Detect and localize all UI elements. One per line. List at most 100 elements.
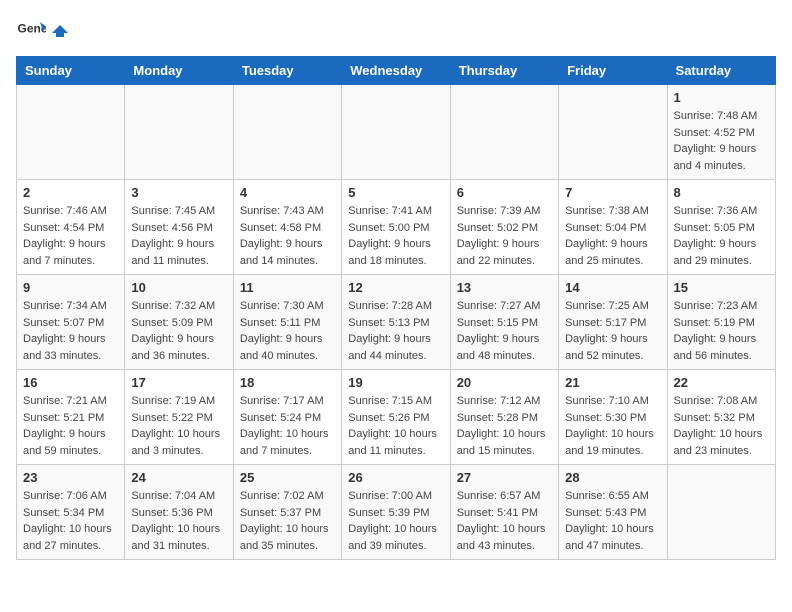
calendar-cell: 6 Sunrise: 7:39 AM Sunset: 5:02 PM Daylig… xyxy=(450,180,558,275)
day-info: Sunrise: 7:00 AM Sunset: 5:39 PM Dayligh… xyxy=(348,488,443,554)
calendar-cell: 27 Sunrise: 6:57 AM Sunset: 5:41 PM Dayli… xyxy=(450,465,558,560)
calendar-cell: 1 Sunrise: 7:48 AM Sunset: 4:52 PM Daylig… xyxy=(667,85,775,180)
calendar-table: SundayMondayTuesdayWednesdayThursdayFrid… xyxy=(16,56,776,560)
day-number: 17 xyxy=(131,375,226,390)
day-info: Sunrise: 6:55 AM Sunset: 5:43 PM Dayligh… xyxy=(565,488,660,554)
day-info: Sunrise: 7:41 AM Sunset: 5:00 PM Dayligh… xyxy=(348,203,443,269)
header-cell-saturday: Saturday xyxy=(667,57,775,85)
day-number: 8 xyxy=(674,185,769,200)
day-number: 4 xyxy=(240,185,335,200)
day-info: Sunrise: 7:23 AM Sunset: 5:19 PM Dayligh… xyxy=(674,298,769,364)
header-cell-monday: Monday xyxy=(125,57,233,85)
day-info: Sunrise: 7:28 AM Sunset: 5:13 PM Dayligh… xyxy=(348,298,443,364)
day-info: Sunrise: 7:12 AM Sunset: 5:28 PM Dayligh… xyxy=(457,393,552,459)
logo-arrow-icon xyxy=(52,23,68,39)
week-row: 2 Sunrise: 7:46 AM Sunset: 4:54 PM Daylig… xyxy=(17,180,776,275)
calendar-cell: 25 Sunrise: 7:02 AM Sunset: 5:37 PM Dayli… xyxy=(233,465,341,560)
header-cell-friday: Friday xyxy=(559,57,667,85)
calendar-cell: 10 Sunrise: 7:32 AM Sunset: 5:09 PM Dayli… xyxy=(125,275,233,370)
day-number: 27 xyxy=(457,470,552,485)
day-info: Sunrise: 7:32 AM Sunset: 5:09 PM Dayligh… xyxy=(131,298,226,364)
day-info: Sunrise: 7:17 AM Sunset: 5:24 PM Dayligh… xyxy=(240,393,335,459)
day-info: Sunrise: 7:08 AM Sunset: 5:32 PM Dayligh… xyxy=(674,393,769,459)
calendar-cell: 8 Sunrise: 7:36 AM Sunset: 5:05 PM Daylig… xyxy=(667,180,775,275)
calendar-cell: 28 Sunrise: 6:55 AM Sunset: 5:43 PM Dayli… xyxy=(559,465,667,560)
calendar-cell xyxy=(125,85,233,180)
logo-icon: General xyxy=(16,16,46,46)
header-cell-wednesday: Wednesday xyxy=(342,57,450,85)
calendar-cell: 21Sunrise: 7:10 AM Sunset: 5:30 PM Dayli… xyxy=(559,370,667,465)
day-number: 15 xyxy=(674,280,769,295)
day-number: 28 xyxy=(565,470,660,485)
day-info: Sunrise: 7:02 AM Sunset: 5:37 PM Dayligh… xyxy=(240,488,335,554)
day-info: Sunrise: 7:46 AM Sunset: 4:54 PM Dayligh… xyxy=(23,203,118,269)
day-number: 25 xyxy=(240,470,335,485)
day-number: 1 xyxy=(674,90,769,105)
day-info: Sunrise: 6:57 AM Sunset: 5:41 PM Dayligh… xyxy=(457,488,552,554)
calendar-cell: 17Sunrise: 7:19 AM Sunset: 5:22 PM Dayli… xyxy=(125,370,233,465)
day-number: 24 xyxy=(131,470,226,485)
day-info: Sunrise: 7:45 AM Sunset: 4:56 PM Dayligh… xyxy=(131,203,226,269)
day-info: Sunrise: 7:36 AM Sunset: 5:05 PM Dayligh… xyxy=(674,203,769,269)
calendar-cell: 24 Sunrise: 7:04 AM Sunset: 5:36 PM Dayli… xyxy=(125,465,233,560)
header-row: SundayMondayTuesdayWednesdayThursdayFrid… xyxy=(17,57,776,85)
day-info: Sunrise: 7:43 AM Sunset: 4:58 PM Dayligh… xyxy=(240,203,335,269)
day-number: 12 xyxy=(348,280,443,295)
day-number: 7 xyxy=(565,185,660,200)
header-cell-thursday: Thursday xyxy=(450,57,558,85)
week-row: 9Sunrise: 7:34 AM Sunset: 5:07 PM Daylig… xyxy=(17,275,776,370)
calendar-cell: 4 Sunrise: 7:43 AM Sunset: 4:58 PM Daylig… xyxy=(233,180,341,275)
day-number: 6 xyxy=(457,185,552,200)
day-number: 13 xyxy=(457,280,552,295)
calendar-cell: 18 Sunrise: 7:17 AM Sunset: 5:24 PM Dayli… xyxy=(233,370,341,465)
calendar-cell: 22 Sunrise: 7:08 AM Sunset: 5:32 PM Dayli… xyxy=(667,370,775,465)
day-number: 19 xyxy=(348,375,443,390)
day-info: Sunrise: 7:04 AM Sunset: 5:36 PM Dayligh… xyxy=(131,488,226,554)
day-number: 18 xyxy=(240,375,335,390)
calendar-cell xyxy=(17,85,125,180)
header: General xyxy=(16,16,776,46)
calendar-cell xyxy=(667,465,775,560)
calendar-cell: 9Sunrise: 7:34 AM Sunset: 5:07 PM Daylig… xyxy=(17,275,125,370)
day-info: Sunrise: 7:21 AM Sunset: 5:21 PM Dayligh… xyxy=(23,393,118,459)
calendar-cell: 13 Sunrise: 7:27 AM Sunset: 5:15 PM Dayli… xyxy=(450,275,558,370)
day-number: 22 xyxy=(674,375,769,390)
logo: General xyxy=(16,16,70,46)
day-number: 3 xyxy=(131,185,226,200)
day-info: Sunrise: 7:27 AM Sunset: 5:15 PM Dayligh… xyxy=(457,298,552,364)
day-number: 2 xyxy=(23,185,118,200)
day-number: 10 xyxy=(131,280,226,295)
day-info: Sunrise: 7:25 AM Sunset: 5:17 PM Dayligh… xyxy=(565,298,660,364)
calendar-cell xyxy=(450,85,558,180)
header-cell-sunday: Sunday xyxy=(17,57,125,85)
calendar-cell: 11 Sunrise: 7:30 AM Sunset: 5:11 PM Dayli… xyxy=(233,275,341,370)
calendar-cell: 7 Sunrise: 7:38 AM Sunset: 5:04 PM Daylig… xyxy=(559,180,667,275)
calendar-cell: 2 Sunrise: 7:46 AM Sunset: 4:54 PM Daylig… xyxy=(17,180,125,275)
calendar-cell: 3 Sunrise: 7:45 AM Sunset: 4:56 PM Daylig… xyxy=(125,180,233,275)
day-number: 11 xyxy=(240,280,335,295)
calendar-cell: 15 Sunrise: 7:23 AM Sunset: 5:19 PM Dayli… xyxy=(667,275,775,370)
day-info: Sunrise: 7:39 AM Sunset: 5:02 PM Dayligh… xyxy=(457,203,552,269)
calendar-cell: 23 Sunrise: 7:06 AM Sunset: 5:34 PM Dayli… xyxy=(17,465,125,560)
day-number: 16 xyxy=(23,375,118,390)
day-info: Sunrise: 7:48 AM Sunset: 4:52 PM Dayligh… xyxy=(674,108,769,174)
day-info: Sunrise: 7:38 AM Sunset: 5:04 PM Dayligh… xyxy=(565,203,660,269)
calendar-cell xyxy=(342,85,450,180)
calendar-cell: 19Sunrise: 7:15 AM Sunset: 5:26 PM Dayli… xyxy=(342,370,450,465)
calendar-cell: 16 Sunrise: 7:21 AM Sunset: 5:21 PM Dayli… xyxy=(17,370,125,465)
day-number: 21 xyxy=(565,375,660,390)
week-row: 23 Sunrise: 7:06 AM Sunset: 5:34 PM Dayli… xyxy=(17,465,776,560)
day-number: 26 xyxy=(348,470,443,485)
day-info: Sunrise: 7:06 AM Sunset: 5:34 PM Dayligh… xyxy=(23,488,118,554)
header-cell-tuesday: Tuesday xyxy=(233,57,341,85)
calendar-cell: 26 Sunrise: 7:00 AM Sunset: 5:39 PM Dayli… xyxy=(342,465,450,560)
week-row: 16 Sunrise: 7:21 AM Sunset: 5:21 PM Dayli… xyxy=(17,370,776,465)
calendar-cell: 12 Sunrise: 7:28 AM Sunset: 5:13 PM Dayli… xyxy=(342,275,450,370)
day-number: 9 xyxy=(23,280,118,295)
day-number: 23 xyxy=(23,470,118,485)
day-info: Sunrise: 7:30 AM Sunset: 5:11 PM Dayligh… xyxy=(240,298,335,364)
week-row: 1 Sunrise: 7:48 AM Sunset: 4:52 PM Daylig… xyxy=(17,85,776,180)
calendar-cell: 14Sunrise: 7:25 AM Sunset: 5:17 PM Dayli… xyxy=(559,275,667,370)
calendar-cell xyxy=(559,85,667,180)
day-number: 5 xyxy=(348,185,443,200)
